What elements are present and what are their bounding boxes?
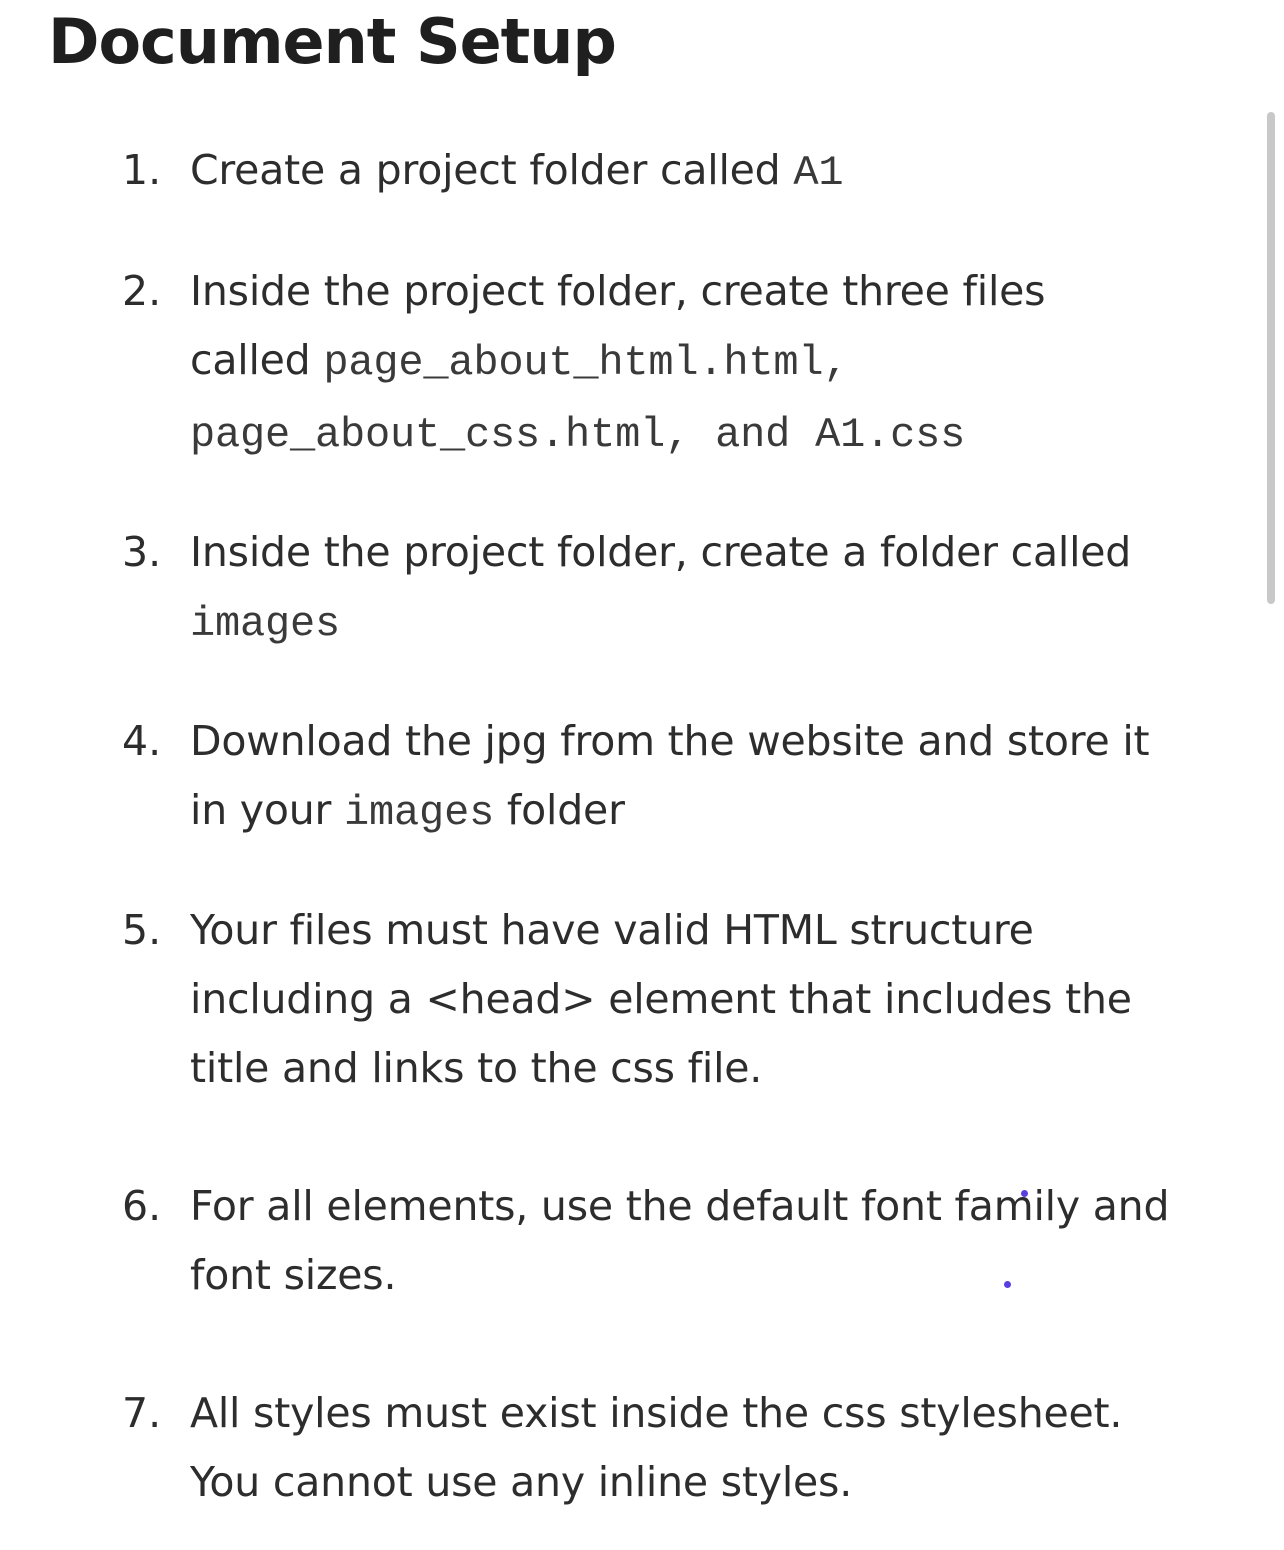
step-number: 4. bbox=[122, 717, 162, 765]
step-line: Inside the project folder, create three … bbox=[190, 257, 1230, 326]
step-line: title and links to the css file. bbox=[190, 1034, 1230, 1103]
step-line: images bbox=[190, 587, 1230, 659]
inline-code: page_about_css.html, and A1.css bbox=[190, 411, 966, 459]
step-line: Your files must have valid HTML structur… bbox=[190, 896, 1230, 965]
step-number: 3. bbox=[122, 528, 162, 576]
step-line: You cannot use any inline styles. bbox=[190, 1448, 1230, 1517]
step-text-segment: Your files must have valid HTML structur… bbox=[190, 906, 1034, 954]
pen-cursor-dot-icon bbox=[1004, 1281, 1011, 1288]
step-text: Your files must have valid HTML structur… bbox=[190, 896, 1230, 1103]
step-text-segment: All styles must exist inside the css sty… bbox=[190, 1389, 1123, 1437]
step-line: page_about_css.html, and A1.css bbox=[190, 398, 1230, 470]
pen-cursor-dot-icon bbox=[1021, 1190, 1028, 1197]
step-line: For all elements, use the default font f… bbox=[190, 1172, 1230, 1241]
step-number: 6. bbox=[122, 1182, 162, 1230]
step-line: font sizes. bbox=[190, 1241, 1230, 1310]
inline-code: page_about_html.html, bbox=[323, 339, 849, 387]
step-text: Inside the project folder, create a fold… bbox=[190, 518, 1230, 659]
step-text: Inside the project folder, create three … bbox=[190, 257, 1230, 470]
step-text: Create a project folder called A1 bbox=[190, 136, 1230, 208]
step-line: Inside the project folder, create a fold… bbox=[190, 518, 1230, 587]
step-text-segment: font sizes. bbox=[190, 1251, 397, 1299]
page-title: Document Setup bbox=[48, 5, 617, 78]
step-text-segment: Create a project folder called bbox=[190, 146, 794, 194]
step-text: All styles must exist inside the css sty… bbox=[190, 1379, 1230, 1517]
step-line: Create a project folder called A1 bbox=[190, 136, 1230, 208]
step-number: 2. bbox=[122, 267, 162, 315]
step-line: including a <head> element that includes… bbox=[190, 965, 1230, 1034]
step-number: 5. bbox=[122, 906, 162, 954]
inline-code: images bbox=[344, 789, 495, 837]
step-text-segment: called bbox=[190, 336, 324, 384]
step-text-segment: Inside the project folder, create three … bbox=[190, 267, 1046, 315]
step-line: called page_about_html.html, bbox=[190, 326, 1230, 398]
inline-code: A1 bbox=[793, 149, 844, 197]
step-text-segment: folder bbox=[494, 786, 625, 834]
step-text-segment: title and links to the css file. bbox=[190, 1044, 763, 1092]
step-line: Download the jpg from the website and st… bbox=[190, 707, 1230, 776]
step-line: in your images folder bbox=[190, 776, 1230, 848]
step-text-segment: Download the jpg from the website and st… bbox=[190, 717, 1150, 765]
step-text-segment: including a <head> element that includes… bbox=[190, 975, 1132, 1023]
step-number: 1. bbox=[122, 146, 162, 194]
step-text: Download the jpg from the website and st… bbox=[190, 707, 1230, 848]
step-line: All styles must exist inside the css sty… bbox=[190, 1379, 1230, 1448]
inline-code: images bbox=[190, 600, 341, 648]
step-text-segment: in your bbox=[190, 786, 345, 834]
step-number: 7. bbox=[122, 1389, 162, 1437]
step-text: For all elements, use the default font f… bbox=[190, 1172, 1230, 1310]
step-text-segment: You cannot use any inline styles. bbox=[190, 1458, 853, 1506]
step-text-segment: Inside the project folder, create a fold… bbox=[190, 528, 1132, 576]
scrollbar-thumb[interactable] bbox=[1267, 112, 1275, 604]
